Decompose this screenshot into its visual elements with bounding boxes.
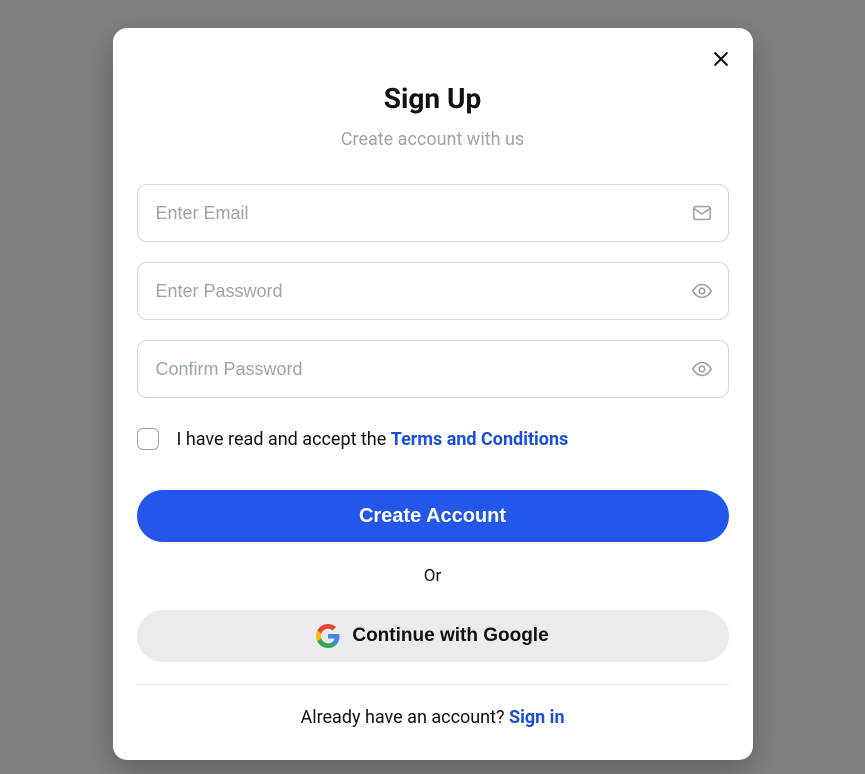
eye-icon[interactable] [691, 280, 713, 302]
password-field-wrap [137, 262, 729, 320]
terms-row: I have read and accept the Terms and Con… [137, 428, 729, 450]
signin-row: Already have an account? Sign in [137, 707, 729, 728]
password-input[interactable] [137, 262, 729, 320]
google-icon [316, 624, 340, 648]
confirm-password-input[interactable] [137, 340, 729, 398]
page-title: Sign Up [137, 82, 729, 115]
bottom-divider [137, 684, 729, 685]
signin-link[interactable]: Sign in [509, 707, 565, 728]
or-divider-text: Or [137, 566, 729, 586]
terms-text: I have read and accept the Terms and Con… [177, 429, 569, 450]
google-button-label: Continue with Google [352, 625, 548, 647]
eye-icon[interactable] [691, 358, 713, 380]
terms-prefix: I have read and accept the [177, 429, 391, 450]
create-account-button[interactable]: Create Account [137, 490, 729, 542]
continue-with-google-button[interactable]: Continue with Google [137, 610, 729, 662]
close-button[interactable] [707, 46, 735, 74]
confirm-password-field-wrap [137, 340, 729, 398]
signup-modal: Sign Up Create account with us [113, 28, 753, 760]
email-input[interactable] [137, 184, 729, 242]
terms-checkbox[interactable] [137, 428, 159, 450]
envelope-icon [691, 202, 713, 224]
terms-link[interactable]: Terms and Conditions [391, 429, 569, 450]
signup-form: I have read and accept the Terms and Con… [137, 184, 729, 728]
email-field-wrap [137, 184, 729, 242]
page-subtitle: Create account with us [137, 129, 729, 150]
modal-header: Sign Up Create account with us [137, 82, 729, 150]
close-icon [711, 49, 731, 72]
signin-prefix: Already have an account? [300, 707, 509, 728]
